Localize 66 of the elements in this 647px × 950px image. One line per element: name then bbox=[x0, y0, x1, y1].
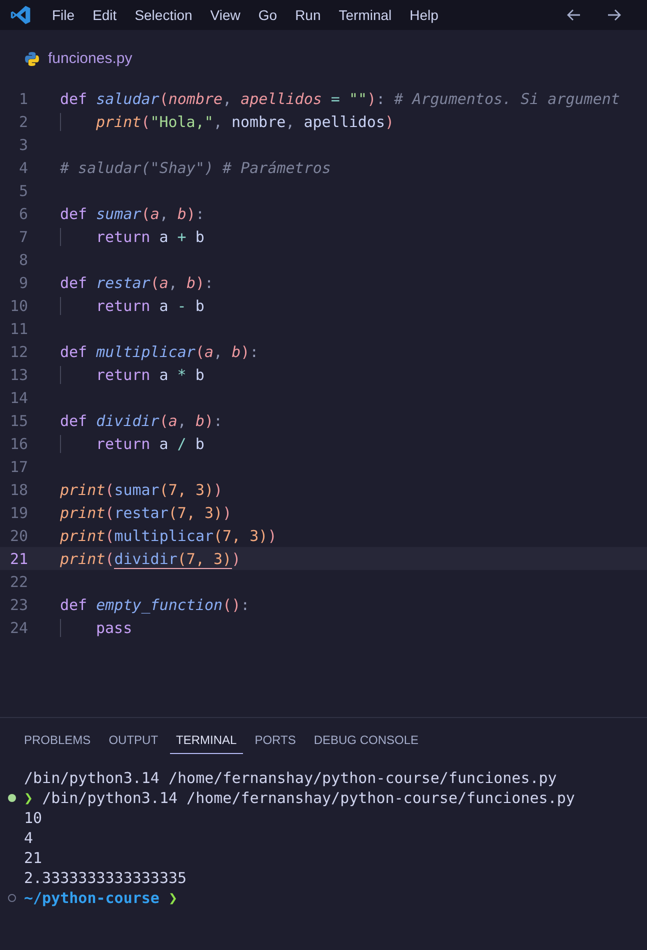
code-line: def sumar(a, b): bbox=[60, 204, 204, 222]
line-number: 21 bbox=[8, 550, 29, 568]
line-number: 11 bbox=[8, 320, 29, 338]
line-number: 12 bbox=[8, 342, 29, 360]
terminal-output: 2.3333333333333335 bbox=[24, 869, 187, 887]
code-line: print(dividir(7, 3)) bbox=[60, 550, 241, 568]
line-number: 9 bbox=[18, 274, 29, 292]
line-number: 1 bbox=[18, 90, 29, 108]
line-number: 13 bbox=[8, 366, 29, 384]
code-line: print("Hola,", nombre, apellidos) bbox=[60, 112, 394, 130]
line-number: 10 bbox=[8, 296, 29, 314]
menu-item[interactable]: Run bbox=[287, 3, 329, 27]
line-number: 23 bbox=[8, 596, 29, 614]
panel-tab[interactable]: PROBLEMS bbox=[18, 730, 97, 754]
line-number: 20 bbox=[8, 526, 29, 544]
terminal-output: 21 bbox=[24, 849, 42, 867]
line-number: 24 bbox=[8, 618, 29, 636]
line-number: 14 bbox=[8, 388, 29, 406]
line-number: 17 bbox=[8, 458, 29, 476]
terminal-output: /bin/python3.14 /home/fernanshay/python-course/funciones.py bbox=[24, 769, 557, 787]
menu-item[interactable]: File bbox=[44, 3, 83, 27]
menu-item[interactable]: Terminal bbox=[330, 3, 400, 27]
prompt-chevron: ❯ bbox=[168, 889, 178, 907]
prompt-chevron: ❯ bbox=[24, 789, 34, 807]
code-line: def saludar(nombre, apellidos = ""): # Argumentos. Si argument bbox=[60, 90, 620, 108]
line-number: 5 bbox=[18, 182, 29, 200]
code-line: return a * b bbox=[60, 366, 204, 384]
menu-item[interactable]: Go bbox=[250, 3, 286, 27]
line-number: 22 bbox=[8, 572, 29, 590]
menu-item[interactable]: View bbox=[202, 3, 248, 27]
code-line: def dividir(a, b): bbox=[60, 412, 223, 430]
editor-logo-icon bbox=[10, 4, 32, 26]
line-number: 16 bbox=[8, 434, 29, 452]
line-number: 8 bbox=[18, 250, 29, 268]
code-line: def restar(a, b): bbox=[60, 274, 214, 292]
panel-tab[interactable]: TERMINAL bbox=[170, 730, 243, 754]
line-number: 18 bbox=[8, 480, 29, 498]
file-tab[interactable]: funciones.py bbox=[24, 50, 132, 67]
line-number: 3 bbox=[18, 136, 29, 154]
code-line: print(sumar(7, 3)) bbox=[60, 480, 223, 498]
line-number: 4 bbox=[18, 158, 29, 176]
code-line: def multiplicar(a, b): bbox=[60, 342, 259, 360]
code-line: return a - b bbox=[60, 296, 204, 314]
terminal-output: 10 bbox=[24, 809, 42, 827]
code-line: def empty_function(): bbox=[60, 596, 250, 614]
code-line: pass bbox=[60, 618, 132, 636]
line-number: 7 bbox=[18, 228, 29, 246]
prompt-path: ~/python-course bbox=[24, 889, 160, 907]
menu-item[interactable]: Selection bbox=[126, 3, 200, 27]
line-number: 6 bbox=[18, 204, 29, 222]
line-number: 15 bbox=[8, 412, 29, 430]
panel-tab[interactable]: DEBUG CONSOLE bbox=[308, 730, 425, 754]
line-number: 2 bbox=[18, 112, 29, 130]
terminal-command: /bin/python3.14 /home/fernanshay/python-course/funciones.py bbox=[42, 789, 575, 807]
code-line: print(restar(7, 3)) bbox=[60, 504, 232, 522]
code-line: return a + b bbox=[60, 228, 204, 246]
panel-tab[interactable]: PORTS bbox=[248, 730, 302, 754]
menu-item[interactable]: Edit bbox=[84, 3, 125, 27]
code-line: # saludar("Shay") # Parámetros bbox=[60, 158, 331, 176]
panel-tab[interactable]: OUTPUT bbox=[102, 730, 164, 754]
line-number: 19 bbox=[8, 504, 29, 522]
menu-item[interactable]: Help bbox=[402, 3, 446, 27]
python-file-icon bbox=[24, 50, 40, 66]
code-line: return a / b bbox=[60, 434, 204, 452]
code-line: print(multiplicar(7, 3)) bbox=[60, 526, 277, 544]
terminal-output: 4 bbox=[24, 829, 34, 847]
